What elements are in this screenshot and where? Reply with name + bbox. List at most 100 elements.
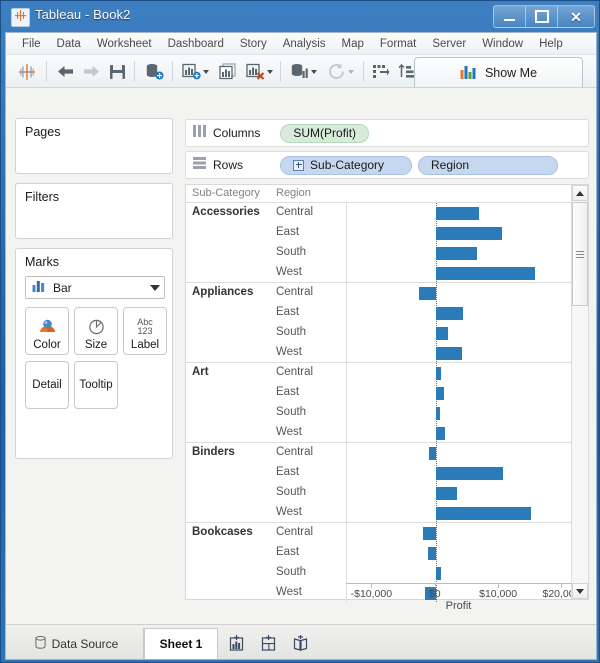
bar-mark[interactable] [436,467,503,480]
back-icon[interactable] [54,60,76,83]
plot-area [346,363,571,442]
region-label: South [276,566,306,578]
bar-mark[interactable] [429,447,436,460]
menu-server[interactable]: Server [424,36,474,52]
marks-color-label: Color [33,339,60,351]
rows-shelf-label: Rows [213,158,243,172]
chevron-down-icon[interactable] [267,70,273,74]
close-button[interactable]: ✕ [557,5,595,28]
menu-worksheet[interactable]: Worksheet [89,36,160,52]
plot-area [346,443,571,522]
bar-mark[interactable] [436,347,463,360]
menu-data[interactable]: Data [49,36,89,52]
marks-title: Marks [16,249,172,269]
show-me-button[interactable]: Show Me [414,57,583,87]
bar-mark[interactable] [436,507,531,520]
bar-mark[interactable] [436,307,463,320]
scroll-thumb[interactable] [572,202,588,306]
marks-detail-button[interactable]: Detail [25,361,69,409]
maximize-button[interactable] [525,5,557,28]
menu-map[interactable]: Map [334,36,372,52]
tab-data-source[interactable]: Data Source [10,628,144,659]
new-dashboard-tab-icon[interactable] [256,633,280,653]
region-label: East [276,226,299,238]
rows-shelf[interactable]: Rows Sub-Category Region [185,151,589,179]
bar-mark[interactable] [436,247,477,260]
swap-rows-columns-icon[interactable] [370,60,392,83]
marks-label-button[interactable]: Abc 123 Label [123,307,167,355]
bar-mark[interactable] [436,487,457,500]
region-label: West [276,426,302,438]
save-icon[interactable] [106,60,128,83]
panel-binders: BindersCentralEastSouthWest [186,442,571,522]
window-title: Tableau - Book2 [35,7,130,22]
pages-card: Pages [15,118,173,174]
pill-region-text: Region [431,158,469,172]
menu-analysis[interactable]: Analysis [275,36,334,52]
vertical-scrollbar[interactable] [571,185,588,599]
header-subcategory: Sub-Category [192,187,260,199]
show-me-icon [460,64,477,82]
bar-mark[interactable] [436,427,446,440]
bar-mark[interactable] [436,327,449,340]
bar-mark[interactable] [436,567,441,580]
abc123-label-icon: Abc 123 [137,315,153,339]
bar-mark[interactable] [419,287,435,300]
region-label: Central [276,446,313,458]
data-source-label: Data Source [52,637,119,651]
mark-type-dropdown[interactable]: Bar [25,276,165,299]
marks-label-label: Label [131,339,159,351]
new-story-tab-icon[interactable] [288,633,312,653]
axis-tick-label: -$10,000 [351,588,392,600]
view-column-headers: Sub-Category Region [186,185,571,202]
scroll-down-icon[interactable] [572,583,588,599]
menu-dashboard[interactable]: Dashboard [160,36,232,52]
bar-mark[interactable] [436,207,479,220]
tab-sheet-1[interactable]: Sheet 1 [144,628,218,659]
pill-region[interactable]: Region [418,156,558,175]
marks-tooltip-button[interactable]: Tooltip [74,361,118,409]
chevron-down-icon[interactable] [311,70,317,74]
worksheet-area: Columns SUM(Profit) Rows Sub-Category [182,88,596,606]
region-label: West [276,506,302,518]
chevron-down-icon[interactable] [150,285,160,291]
expand-plus-icon[interactable] [293,160,304,171]
bar-mark[interactable] [436,267,535,280]
swap-data-icon[interactable] [287,60,319,83]
bar-mark[interactable] [436,227,503,240]
x-axis-title: Profit [346,600,571,612]
visualization-view: Sub-Category Region AccessoriesCentralEa… [185,184,589,600]
new-worksheet-icon[interactable] [179,60,211,83]
tableau-start-icon[interactable] [16,60,38,83]
panel-appliances: AppliancesCentralEastSouthWest [186,282,571,362]
columns-shelf[interactable]: Columns SUM(Profit) [185,119,589,147]
bar-mark[interactable] [436,407,440,420]
region-label: South [276,486,306,498]
menu-file[interactable]: File [14,36,49,52]
marks-size-button[interactable]: Size [74,307,118,355]
menu-story[interactable]: Story [232,36,275,52]
bar-mark[interactable] [436,367,442,380]
bar-mark[interactable] [428,547,436,560]
axis-tick-label: $0 [429,588,441,600]
new-data-source-icon[interactable] [142,60,166,83]
pill-sub-category[interactable]: Sub-Category [280,156,412,175]
menu-window[interactable]: Window [474,36,531,52]
pill-sum-profit[interactable]: SUM(Profit) [280,124,369,143]
chevron-down-icon[interactable] [203,70,209,74]
region-label: West [276,346,302,358]
duplicate-sheet-icon[interactable] [217,60,239,83]
bar-mark[interactable] [423,527,436,540]
bar-mark[interactable] [436,387,444,400]
left-pane: Pages Filters Marks Bar [6,88,182,606]
marks-color-button[interactable]: Color [25,307,69,355]
region-label: East [276,546,299,558]
size-icon [87,315,106,339]
menu-format[interactable]: Format [372,36,424,52]
menu-help[interactable]: Help [531,36,571,52]
minimize-button[interactable] [493,5,525,28]
new-worksheet-tab-icon[interactable] [224,633,248,653]
window-controls: ✕ [493,5,595,28]
scroll-up-icon[interactable] [572,185,588,201]
clear-sheet-icon[interactable] [243,60,275,83]
